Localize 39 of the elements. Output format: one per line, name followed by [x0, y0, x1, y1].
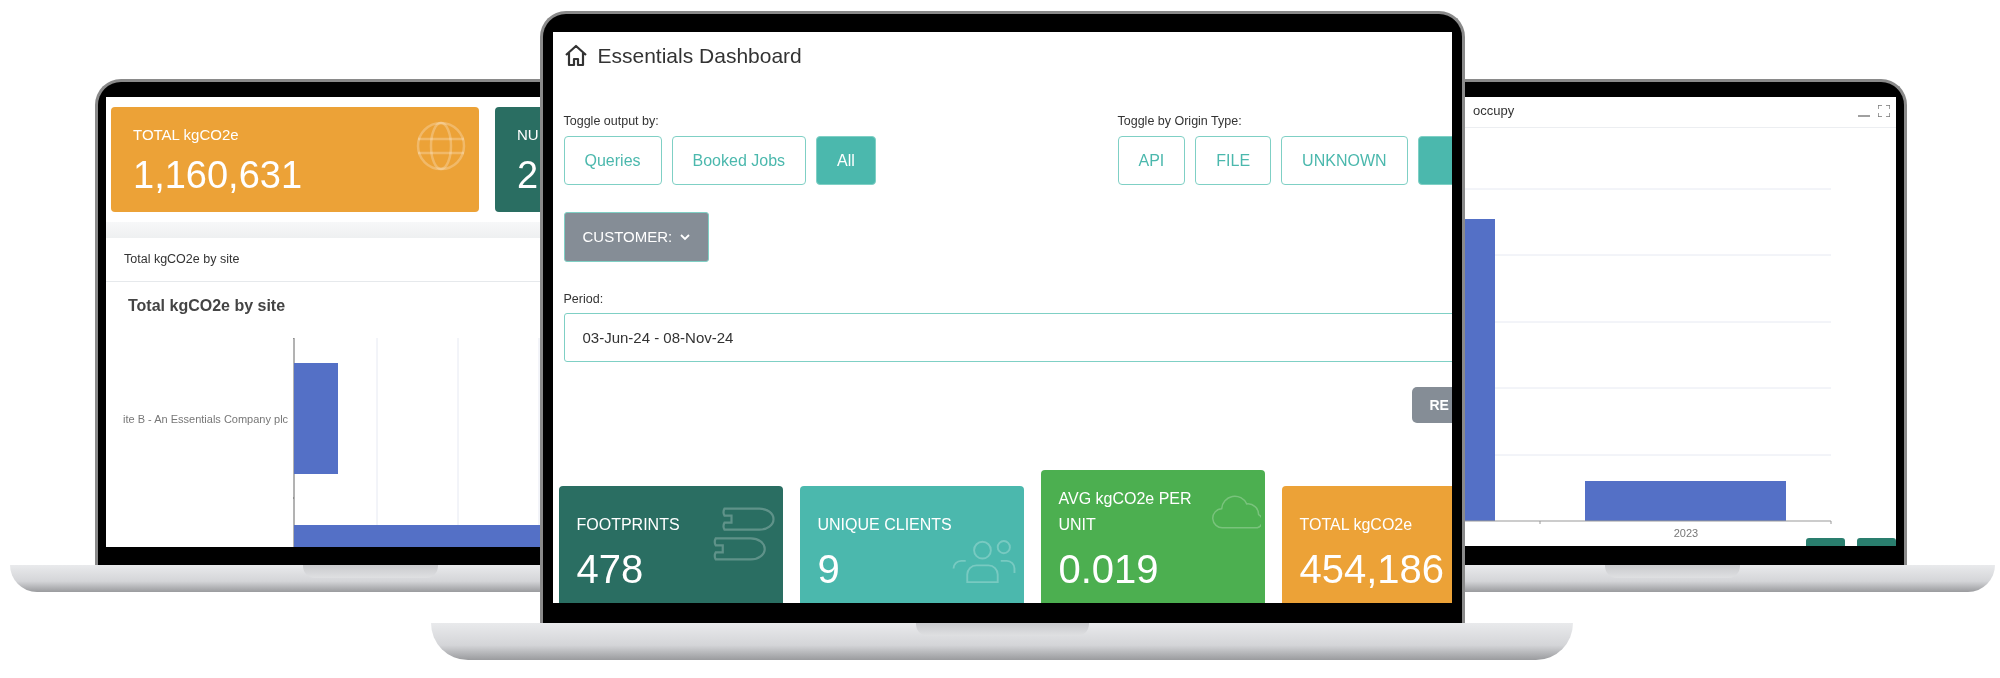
minimize-icon: [1858, 114, 1870, 117]
home-icon: [563, 44, 588, 68]
toggle-button[interactable]: UNKNOWN: [1281, 136, 1408, 186]
stat-value: 2: [517, 152, 539, 198]
footer-button[interactable]: [1857, 537, 1896, 546]
stat-label: TOTAL kgCO2e: [1299, 514, 1413, 535]
toggle-button[interactable]: [1417, 136, 1452, 186]
stat-value: 1,160,631: [133, 152, 303, 198]
caret-icon: [680, 233, 691, 241]
panel-title: occupy: [1473, 102, 1515, 120]
stat-label: FOOTPRINTS: [576, 514, 680, 535]
customer-dropdown[interactable]: CUSTOMER:: [563, 212, 710, 263]
axis-label: ite B - An Essentials Company plc: [123, 411, 290, 427]
toggle-button[interactable]: Queries: [563, 136, 662, 186]
stat-label: TOTAL kgCO2e: [133, 125, 239, 145]
page-title: Essentials Dashboard: [597, 43, 802, 69]
stat-value: 9: [817, 546, 840, 594]
people-icon: [951, 537, 1016, 584]
toggle-label: Toggle by Origin Type:: [1117, 112, 1243, 130]
stat-value: 478: [576, 546, 644, 594]
field-label: Period:: [563, 291, 605, 309]
stat-label: NU: [517, 125, 539, 145]
globe-icon: [416, 121, 466, 171]
reset-button[interactable]: RE: [1411, 387, 1452, 423]
chart-title: Total kgCO2e by site: [127, 295, 287, 316]
footer-button[interactable]: [1806, 537, 1845, 546]
toggle-label: Toggle output by:: [563, 112, 660, 130]
cloud-icon: [1210, 492, 1261, 529]
stat-value: 0.019: [1058, 546, 1159, 594]
stat-label: UNIQUE CLIENTS: [817, 514, 952, 535]
stat-value: 454,186: [1299, 546, 1445, 594]
toggle-button[interactable]: Booked Jobs: [671, 136, 807, 186]
toggle-button[interactable]: All: [816, 136, 876, 186]
toggle-button[interactable]: FILE: [1195, 136, 1272, 186]
date-range-field[interactable]: 03-Jun-24 - 08-Nov-24: [563, 313, 1452, 362]
axis-label: 2023: [1672, 525, 1700, 541]
fullscreen-icon: [1878, 104, 1890, 117]
stat-label: AVG kgCO2e PER UNIT: [1058, 489, 1193, 535]
toggle-button[interactable]: API: [1117, 136, 1186, 186]
